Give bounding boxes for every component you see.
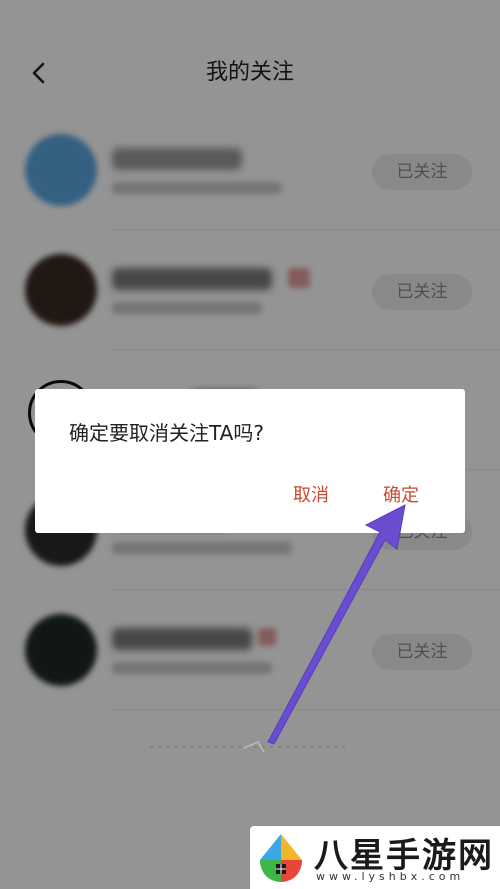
colorful-shield-logo-icon bbox=[260, 834, 302, 882]
site-watermark: 八星手游网 www.lyshbx.com bbox=[250, 826, 500, 889]
unfollow-confirm-dialog: 确定要取消关注TA吗? 取消 确定 bbox=[35, 389, 465, 533]
confirm-button[interactable]: 确定 bbox=[383, 481, 419, 507]
cancel-button[interactable]: 取消 bbox=[293, 481, 329, 507]
dialog-message: 确定要取消关注TA吗? bbox=[69, 421, 264, 445]
watermark-url: www.lyshbx.com bbox=[316, 870, 465, 883]
app-screen: 我的关注 已关注 已关注 已关注 确定要取消关注TA吗? 取消 确定 八星手游网… bbox=[0, 0, 500, 889]
